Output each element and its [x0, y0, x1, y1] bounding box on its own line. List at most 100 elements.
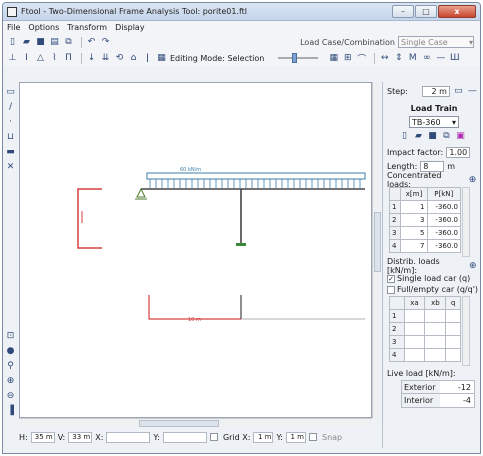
- diagram-icon[interactable]: ⊞: [342, 53, 353, 64]
- level-icon[interactable]: ▐: [5, 405, 16, 416]
- table-row[interactable]: 1: [389, 309, 461, 323]
- support-icon[interactable]: ⊥: [7, 53, 18, 64]
- delete-train-icon[interactable]: ▣: [455, 131, 466, 142]
- close-button[interactable]: x: [438, 5, 476, 18]
- left-toolbar: ▭ / · ⊔ ▬ ✕ ⊡ ● ⚲ ⊕ ⊖ ▐: [3, 82, 18, 437]
- zoom-in-icon[interactable]: ⊕: [5, 375, 16, 386]
- status-bar: H: 35 m V: 33 m X: Y: Grid X: 1 m Y: 1 m…: [19, 430, 381, 444]
- temp-icon[interactable]: ⌂: [128, 53, 139, 64]
- beam-icon[interactable]: —: [435, 53, 446, 64]
- table-row[interactable]: 3: [389, 335, 461, 349]
- load-case-select[interactable]: Single Case ▾: [398, 36, 474, 48]
- x-label: X:: [95, 432, 104, 442]
- grid-x-field[interactable]: 1 m: [253, 431, 274, 443]
- single-car-checkbox[interactable]: ✓: [387, 274, 395, 283]
- zoom-slider[interactable]: [278, 53, 319, 63]
- print-icon[interactable]: ▤: [49, 37, 60, 48]
- concentrated-loads-table[interactable]: x[m] P[kN] 1 1 -360.0 2 3 -360.0 3 5 -360.0 47…: [388, 187, 461, 253]
- y-field[interactable]: [162, 431, 207, 443]
- columns-icon[interactable]: Ш: [449, 53, 460, 64]
- monitor-icon[interactable]: ⊡: [5, 330, 16, 341]
- full-empty-checkbox[interactable]: [387, 285, 395, 294]
- dist-load-icon[interactable]: ⇊: [100, 53, 111, 64]
- node-icon[interactable]: ·: [5, 116, 16, 127]
- zoom-out-icon[interactable]: ⊖: [5, 390, 16, 401]
- canvas-horizontal-scrollbar[interactable]: [19, 418, 372, 427]
- menu-display[interactable]: Display: [115, 23, 145, 32]
- load-train-title: Load Train: [410, 103, 458, 113]
- fixed-support: [236, 243, 246, 246]
- globe-icon[interactable]: ●: [5, 345, 16, 356]
- x-field[interactable]: [106, 431, 151, 443]
- dimension-label: 10 m: [188, 317, 201, 323]
- app-icon: [7, 6, 17, 17]
- table-row[interactable]: 2 3 -360.0: [388, 213, 461, 227]
- new-train-icon[interactable]: ▯: [399, 131, 410, 142]
- ruler-icon[interactable]: ▭: [453, 86, 464, 97]
- add-row-icon[interactable]: ⊕: [467, 175, 478, 186]
- table-row[interactable]: 1 1 -360.0: [388, 200, 461, 214]
- menu-file[interactable]: File: [7, 23, 20, 32]
- distributed-loads-table[interactable]: xa xb q 1 2 3 4: [389, 296, 461, 362]
- delete-icon[interactable]: ✕: [5, 161, 16, 172]
- open-folder-icon[interactable]: ▰: [21, 37, 32, 48]
- open-train-icon[interactable]: ▰: [413, 131, 424, 142]
- add-row-icon[interactable]: ⊕: [468, 261, 478, 272]
- grid-icon[interactable]: ▦: [328, 53, 339, 64]
- member-icon[interactable]: /: [5, 101, 16, 112]
- table-row[interactable]: 4 7 -360.0: [388, 239, 461, 253]
- frame-model: 60 kN/m 10 m: [77, 167, 366, 323]
- drawing-canvas[interactable]: 60 kN/m 10 m: [19, 82, 372, 418]
- save-icon[interactable]: ■: [35, 37, 46, 48]
- dash-icon[interactable]: —: [467, 86, 478, 97]
- hinge-icon[interactable]: △: [35, 53, 46, 64]
- h-field[interactable]: 35 m: [30, 431, 55, 443]
- moment-icon[interactable]: ⟲: [114, 53, 125, 64]
- save-train-icon[interactable]: ■: [427, 131, 438, 142]
- copy-icon[interactable]: ⧉: [63, 37, 74, 48]
- menu-transform[interactable]: Transform: [67, 23, 107, 32]
- table-row[interactable]: 4: [389, 348, 461, 362]
- table-row[interactable]: 2: [389, 322, 461, 336]
- load-train-panel: Step: 2 m ▭ — Load Train TB-360 ▾ ▯ ▰ ■ ⧉…: [382, 82, 480, 448]
- copy-train-icon[interactable]: ⧉: [441, 131, 452, 142]
- length-input[interactable]: 8: [420, 160, 445, 172]
- snap-checkbox[interactable]: [309, 433, 317, 441]
- moment-diagram-icon[interactable]: M: [407, 53, 418, 64]
- point-load-icon[interactable]: ↓: [86, 53, 97, 64]
- frame-icon[interactable]: Π: [63, 53, 74, 64]
- deformed-icon[interactable]: ⌒: [356, 53, 367, 65]
- exterior-input[interactable]: -12: [440, 383, 474, 392]
- table-icon[interactable]: ▦: [156, 53, 167, 64]
- select-icon[interactable]: ▭: [5, 86, 16, 97]
- grid-y-label: Y:: [276, 432, 283, 442]
- undo-icon[interactable]: ↶: [86, 37, 97, 48]
- maximize-button[interactable]: □: [415, 5, 437, 18]
- spring-icon[interactable]: ⌇: [49, 53, 60, 64]
- keyboard-icon[interactable]: ▬: [5, 146, 16, 157]
- shear-icon[interactable]: ⇕: [393, 53, 404, 64]
- train-select[interactable]: TB-360 ▾: [409, 116, 459, 128]
- new-file-icon[interactable]: ▯: [7, 37, 18, 48]
- table-row[interactable]: 3 5 -360.0: [388, 226, 461, 240]
- single-car-label: Single load car (q): [397, 274, 471, 283]
- distributed-load: [146, 172, 366, 180]
- grid-y-field[interactable]: 1 m: [286, 431, 306, 443]
- section-icon[interactable]: I: [21, 53, 32, 64]
- redo-icon[interactable]: ↷: [100, 37, 111, 48]
- axial-icon[interactable]: ↔: [379, 53, 390, 64]
- canvas-vertical-scrollbar[interactable]: [372, 82, 381, 418]
- impact-input[interactable]: 1.00: [446, 146, 471, 158]
- minimize-button[interactable]: –: [392, 5, 414, 18]
- dist-table-scrollbar[interactable]: [462, 296, 470, 366]
- menu-options[interactable]: Options: [28, 23, 59, 32]
- thermometer-icon[interactable]: ǀ: [142, 53, 153, 64]
- conc-table-scrollbar[interactable]: [462, 187, 470, 257]
- insert-icon[interactable]: ⊔: [5, 131, 16, 142]
- envelope-icon[interactable]: ∞: [421, 53, 432, 64]
- grid-checkbox[interactable]: [209, 433, 218, 441]
- step-input[interactable]: 2 m: [421, 85, 450, 97]
- zoom-icon[interactable]: ⚲: [5, 360, 16, 371]
- interior-input[interactable]: -4: [440, 396, 474, 405]
- v-field[interactable]: 33 m: [68, 431, 93, 443]
